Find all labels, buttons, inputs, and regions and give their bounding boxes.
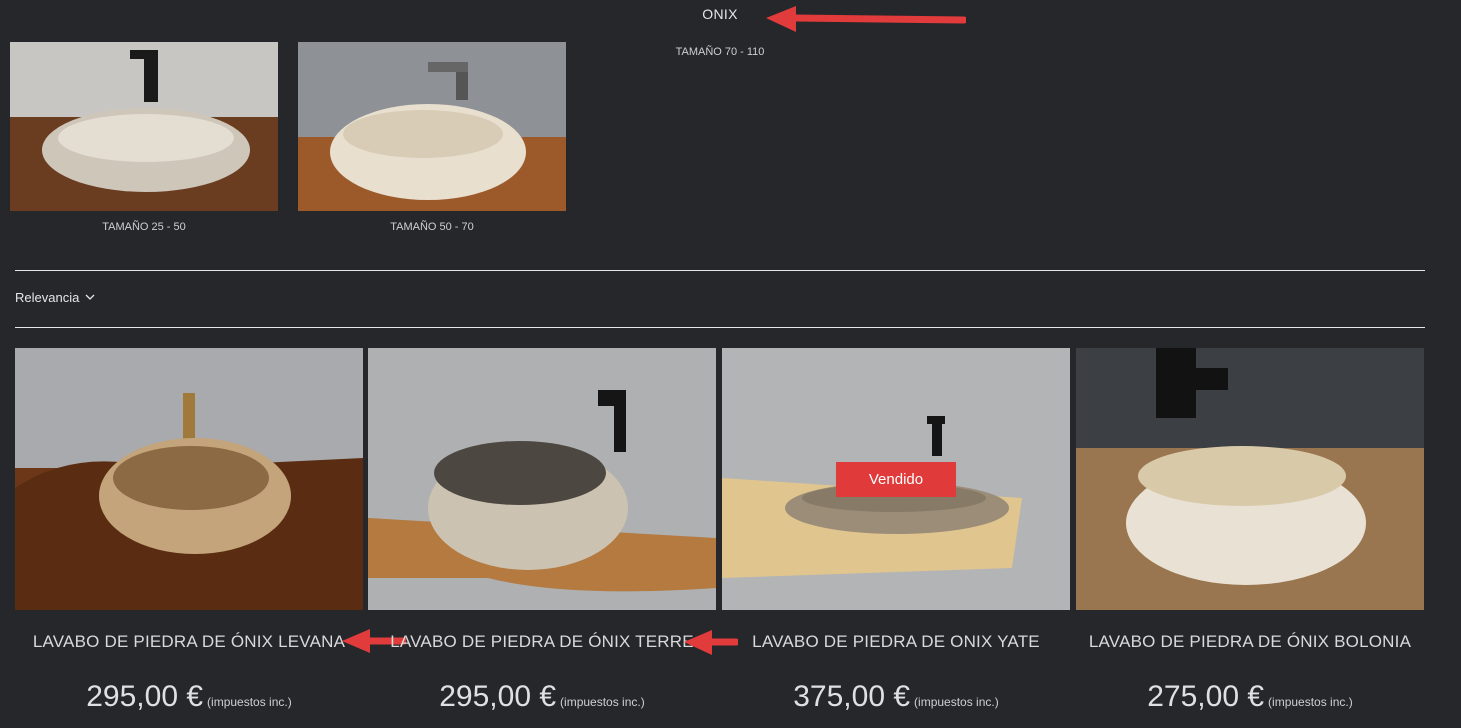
category-title: ONIX [702,6,738,22]
product-name[interactable]: LAVABO DE PIEDRA DE ONIX YATE [722,632,1070,652]
subcategory-label-50-70[interactable]: TAMAÑO 50 - 70 [298,221,566,233]
divider [15,327,1425,328]
tax-note: (impuestos inc.) [207,695,292,709]
product-price-block: 275,00 € (impuestos inc.) [1076,680,1424,714]
tax-note: (impuestos inc.) [1268,695,1353,709]
product-name[interactable]: LAVABO DE PIEDRA DE ÓNIX BOLONIA [1076,632,1424,652]
tax-note: (impuestos inc.) [560,695,645,709]
red-arrow-icon [766,6,966,32]
chevron-down-icon [85,294,95,300]
divider [15,270,1425,271]
sink-photo [15,348,363,610]
product-name[interactable]: LAVABO DE PIEDRA DE ÓNIX LEVANA [15,632,363,652]
sold-badge: Vendido [836,462,956,497]
product-image-yate[interactable]: Vendido [722,348,1070,610]
product-price-block: 375,00 € (impuestos inc.) [722,680,1070,714]
subcategory-label-70-110[interactable]: TAMAÑO 70 - 110 [660,46,780,58]
sink-photo [1076,348,1424,610]
subcategory-image-25-50[interactable] [10,42,278,211]
product-price: 295,00 € [86,680,204,713]
product-price-block: 295,00 € (impuestos inc.) [368,680,716,714]
sort-dropdown[interactable]: Relevancia [15,290,95,305]
product-price: 275,00 € [1147,680,1265,713]
tax-note: (impuestos inc.) [914,695,999,709]
sink-photo [368,348,716,610]
product-image-bolonia[interactable] [1076,348,1424,610]
product-price: 375,00 € [793,680,911,713]
product-image-levana[interactable] [15,348,363,610]
product-price-block: 295,00 € (impuestos inc.) [15,680,363,714]
subcategory-label-25-50[interactable]: TAMAÑO 25 - 50 [10,221,278,233]
product-name[interactable]: LAVABO DE PIEDRA DE ÓNIX TERRE [368,632,716,652]
sink-photo [298,42,566,211]
subcategory-image-50-70[interactable] [298,42,566,211]
sort-label: Relevancia [15,290,80,305]
sink-photo [10,42,278,211]
product-price: 295,00 € [439,680,557,713]
product-image-terre[interactable] [368,348,716,610]
